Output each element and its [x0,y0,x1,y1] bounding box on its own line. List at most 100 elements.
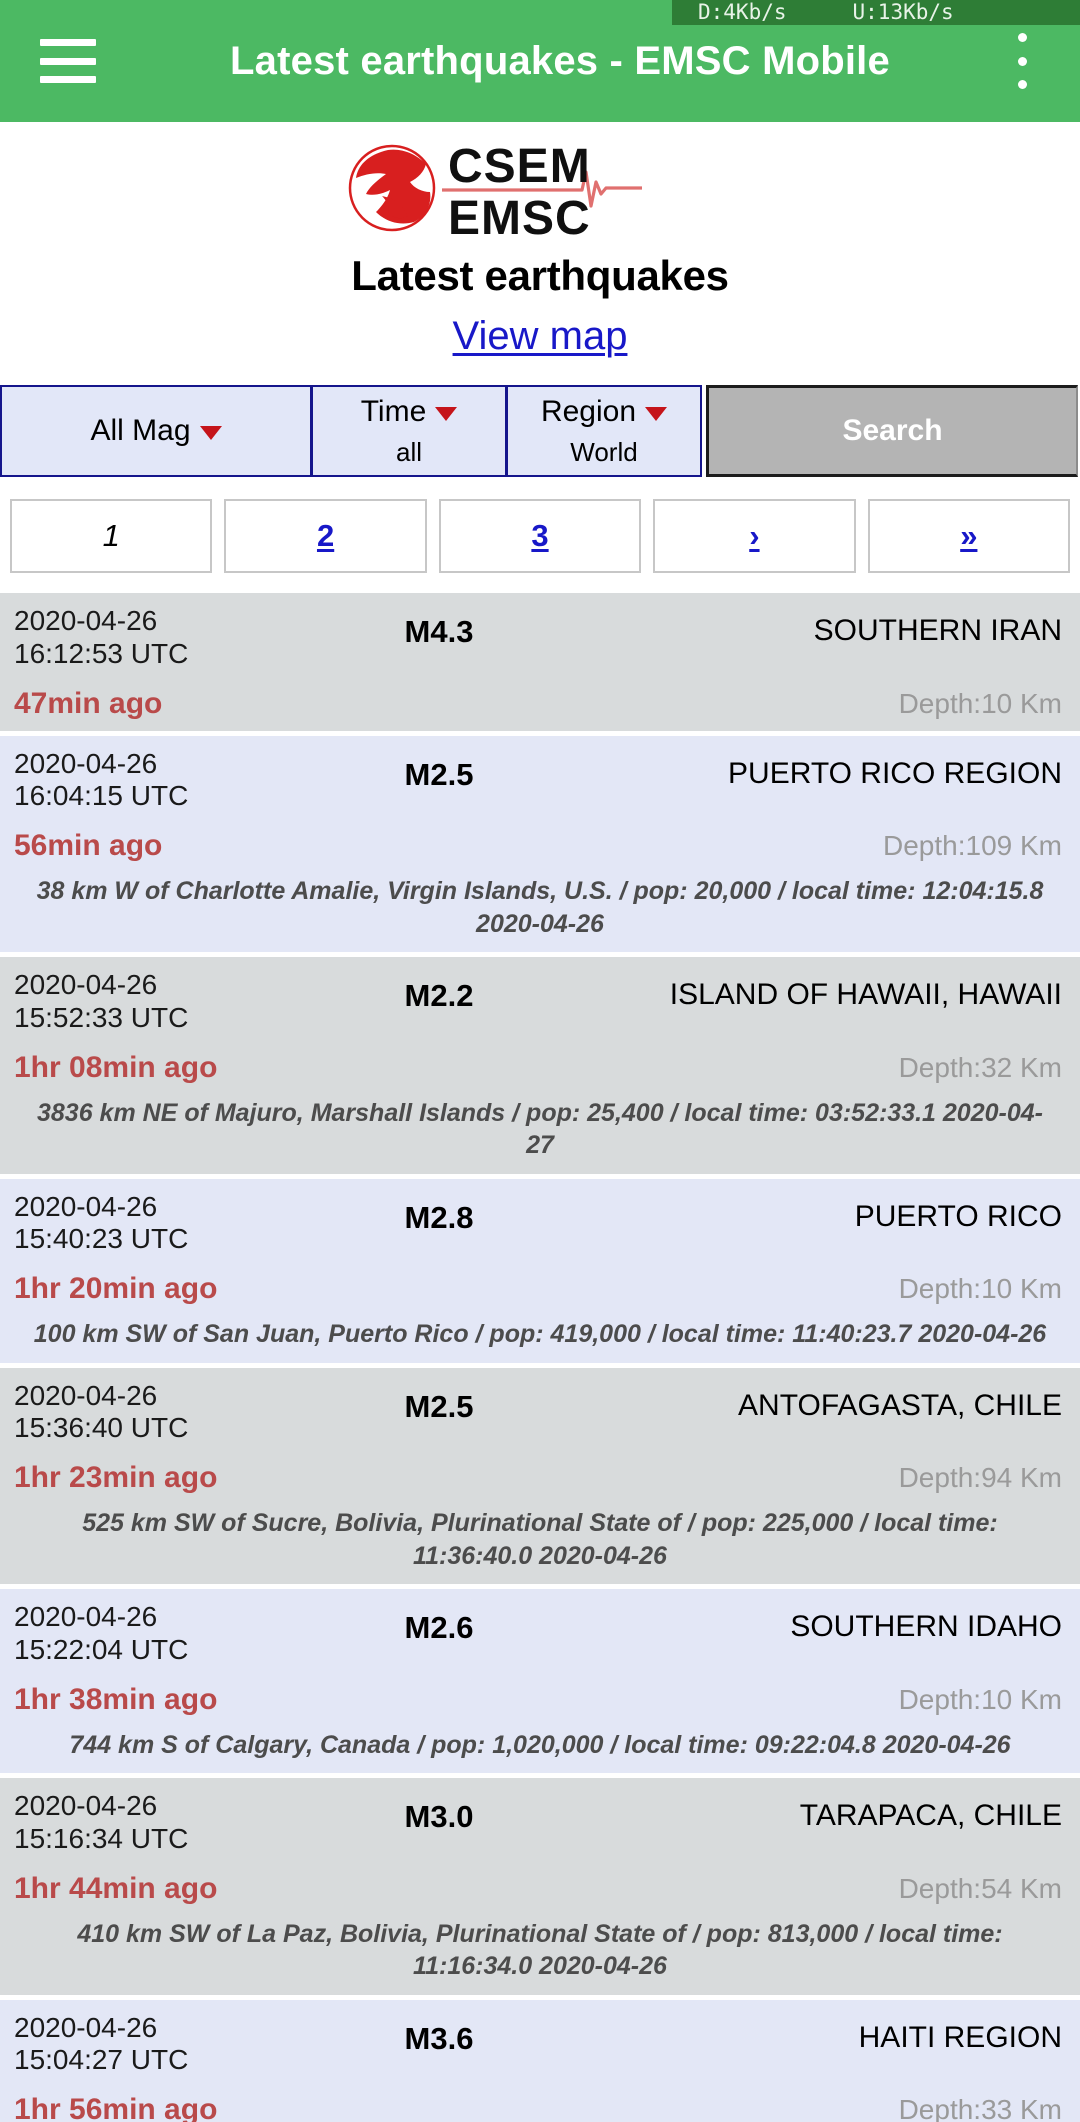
quake-magnitude: M2.8 [404,1199,474,1235]
quake-time-ago: 47min ago [14,686,163,720]
pagination-item[interactable]: 2 [224,499,427,573]
quake-time: 15:22:04 UTC [14,1633,189,1665]
quake-time: 15:36:40 UTC [14,1412,189,1444]
quake-date: 2020-04-26 [14,747,158,779]
quake-datetime: 2020-04-26 15:22:04 UTC [14,1601,324,1667]
quake-depth: Depth:33 Km [898,2094,1062,2122]
filter-time[interactable]: Time all [312,385,507,477]
earthquake-row[interactable]: 2020-04-26 16:12:53 UTC M4.3 SOUTHERN IRAN 4… [0,593,1080,736]
quake-magnitude: M2.6 [404,1610,474,1645]
brand-block: CSEM EMSC Latest earthquakes View map [0,122,1080,359]
earthquake-row[interactable]: 2020-04-26 15:40:23 UTC M2.8 PUERTO RICO 1hr… [0,1178,1080,1368]
quake-meta-line: 1hr 56min ago Depth:33 Km [14,2093,1066,2122]
quake-magnitude: M2.5 [404,1388,474,1424]
quake-time-ago: 56min ago [14,829,163,862]
earthquake-row[interactable]: 2020-04-26 15:36:40 UTC M2.5 ANTOFAGASTA, C… [0,1367,1080,1589]
filter-region[interactable]: Region World [507,385,702,477]
quake-depth: Depth:10 Km [898,1683,1062,1715]
quake-date: 2020-04-26 [14,1790,158,1821]
quake-time-ago: 1hr 44min ago [14,1871,218,1905]
quake-region: SOUTHERN IDAHO [790,1610,1062,1643]
quake-top-line: 2020-04-26 16:04:15 UTC M2.5 PUERTO RICO RE… [14,748,1066,814]
quake-detail: 410 km SW of La Paz, Bolivia, Plurinatio… [77,1919,1003,1981]
upload-speed: U:13Kb/s [852,0,954,24]
page-title: Latest earthquakes - EMSC Mobile [230,38,890,83]
quake-datetime: 2020-04-26 16:12:53 UTC [14,605,324,671]
more-vert-icon[interactable] [996,33,1048,89]
quake-meta-line: 47min ago Depth:10 Km [14,687,1066,721]
pagination-item[interactable]: › [653,499,856,573]
quake-region: ISLAND OF HAWAII, HAWAII [669,978,1062,1011]
list-heading: Latest earthquakes [351,252,729,299]
quake-region: TARAPACA, CHILE [799,1799,1062,1832]
quake-depth: Depth:10 Km [898,1273,1062,1304]
quake-magnitude: M3.6 [404,2020,474,2056]
earthquake-row[interactable]: 2020-04-26 15:52:33 UTC M2.2 ISLAND OF HAWA… [0,957,1080,1179]
app-bar: Latest earthquakes - EMSC Mobile D:4Kb/s… [0,0,1080,122]
quake-time: 15:52:33 UTC [14,1001,189,1033]
quake-date: 2020-04-26 [14,605,158,636]
filter-magnitude-label: All Mag [90,414,191,447]
quake-datetime: 2020-04-26 16:04:15 UTC [14,748,324,814]
quake-magnitude: M2.5 [404,756,474,792]
filter-time-label: Time [360,394,427,428]
quake-time-ago: 1hr 38min ago [14,1682,218,1716]
chevron-down-icon [645,406,668,421]
quake-top-line: 2020-04-26 15:36:40 UTC M2.5 ANTOFAGASTA, C… [14,1380,1066,1446]
quake-magnitude: M4.3 [404,614,474,649]
quake-depth: Depth:10 Km [898,687,1062,719]
earthquake-row[interactable]: 2020-04-26 15:16:34 UTC M3.0 TARAPACA, CHIL… [0,1778,1080,2000]
pagination-item[interactable]: » [867,499,1071,573]
download-speed: D:4Kb/s [698,0,787,24]
quake-time: 15:04:27 UTC [14,2044,189,2076]
quake-top-line: 2020-04-26 15:04:27 UTC M3.6 HAITI REGION [14,2012,1066,2078]
quake-region: PUERTO RICO [854,1199,1062,1233]
quake-depth: Depth:109 Km [883,830,1062,861]
quake-detail: 100 km SW of San Juan, Puerto Rico / pop… [33,1320,1047,1348]
quake-meta-line: 56min ago Depth:109 Km [14,829,1066,863]
quake-time: 15:16:34 UTC [14,1822,189,1854]
quake-magnitude: M2.2 [404,978,474,1013]
quake-top-line: 2020-04-26 15:16:34 UTC M3.0 TARAPACA, CHIL… [14,1790,1066,1856]
filter-time-value: all [395,436,422,467]
hamburger-icon[interactable] [40,39,96,83]
pagination-item[interactable]: 3 [438,499,642,573]
quake-time-ago: 1hr 08min ago [14,1050,218,1084]
view-map-link[interactable]: View map [453,314,628,359]
quake-datetime: 2020-04-26 15:04:27 UTC [14,2012,324,2078]
earthquake-row[interactable]: 2020-04-26 15:04:27 UTC M3.6 HAITI REGION 1h… [0,1999,1080,2122]
quake-meta-line: 1hr 38min ago Depth:10 Km [14,1683,1066,1717]
quake-datetime: 2020-04-26 15:52:33 UTC [14,969,324,1035]
quake-meta-line: 1hr 20min ago Depth:10 Km [14,1272,1066,1306]
pagination: 1 2 3 ›» [0,499,1080,573]
quake-date: 2020-04-26 [14,1190,158,1222]
earthquake-row[interactable]: 2020-04-26 15:22:04 UTC M2.6 SOUTHERN IDAHO… [0,1589,1080,1778]
quake-datetime: 2020-04-26 15:16:34 UTC [14,1790,324,1856]
quake-datetime: 2020-04-26 15:36:40 UTC [14,1380,324,1446]
quake-detail: 38 km W of Charlotte Amalie, Virgin Isla… [36,877,1044,938]
quake-time: 16:04:15 UTC [14,780,189,812]
quake-time-ago: 1hr 23min ago [14,1461,218,1494]
quake-top-line: 2020-04-26 15:52:33 UTC M2.2 ISLAND OF HAWA… [14,969,1066,1035]
filter-region-label: Region [540,394,637,428]
quake-detail: 525 km SW of Sucre, Bolivia, Plurination… [82,1509,998,1570]
quake-date: 2020-04-26 [14,969,158,1000]
quake-detail: 744 km S of Calgary, Canada / pop: 1,020… [69,1730,1011,1759]
earthquake-row[interactable]: 2020-04-26 16:04:15 UTC M2.5 PUERTO RICO RE… [0,735,1080,957]
svg-text:CSEM: CSEM [448,140,591,193]
quake-meta-line: 1hr 08min ago Depth:32 Km [14,1051,1066,1085]
quake-datetime: 2020-04-26 15:40:23 UTC [14,1191,324,1257]
svg-text:EMSC: EMSC [448,192,591,238]
quake-depth: Depth:32 Km [898,1051,1062,1083]
filter-magnitude[interactable]: All Mag [0,385,312,477]
search-button[interactable]: Search [706,385,1078,477]
quake-time-ago: 1hr 56min ago [14,2093,218,2122]
quake-top-line: 2020-04-26 16:12:53 UTC M4.3 SOUTHERN IRAN [14,605,1066,671]
quake-time: 15:40:23 UTC [14,1223,189,1255]
chevron-down-icon [199,426,222,440]
chevron-down-icon [435,406,458,421]
quake-date: 2020-04-26 [14,1379,158,1411]
quake-depth: Depth:94 Km [898,1462,1062,1493]
quake-region: PUERTO RICO REGION [728,756,1062,790]
quake-meta-line: 1hr 44min ago Depth:54 Km [14,1872,1066,1906]
